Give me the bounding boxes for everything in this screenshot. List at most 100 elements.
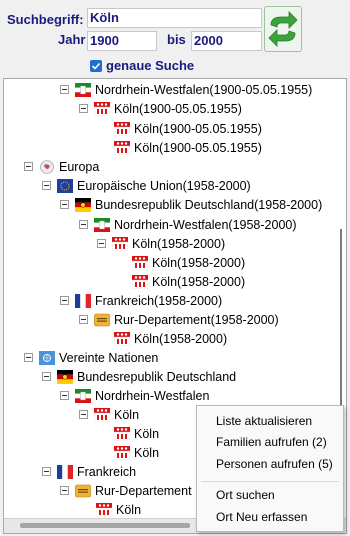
cologne-coat-of-arms-icon [94, 407, 110, 422]
nrw-flag-icon [75, 388, 91, 403]
year-from-input[interactable]: 1900 [87, 31, 157, 51]
collapse-toggle[interactable] [60, 296, 69, 305]
cologne-coat-of-arms-icon [112, 236, 128, 251]
context-menu: Liste aktualisieren Familien aufrufen (2… [196, 405, 344, 532]
tree-node-koeln-1900[interactable]: Köln(1900-05.05.1955) [79, 99, 242, 118]
tree-node-frankreich[interactable]: Frankreich [42, 462, 136, 481]
cologne-coat-of-arms-icon [114, 426, 130, 441]
cologne-coat-of-arms-icon [94, 101, 110, 116]
tree-node-nrw-1958[interactable]: Nordrhein-Westfalen(1958-2000) [79, 215, 297, 234]
year-to-input[interactable]: 2000 [191, 31, 262, 51]
tree-node-label: Nordrhein-Westfalen [95, 388, 210, 403]
tree-node-label: Köln(1900-05.05.1955) [134, 140, 262, 155]
tree-node-label: Nordrhein-Westfalen(1900-05.05.1955) [95, 82, 313, 97]
checkmark-icon [91, 62, 101, 70]
menu-item-refresh-list[interactable]: Liste aktualisieren [216, 414, 312, 428]
year-label: Jahr [58, 32, 86, 47]
tree-node-koeln-1958-b[interactable]: Köln(1958-2000) [132, 272, 245, 291]
cologne-coat-of-arms-icon [114, 140, 130, 155]
tree-node-koeln-1958[interactable]: Köln(1958-2000) [97, 234, 225, 253]
exact-search-checkbox[interactable] [90, 60, 102, 72]
tree-node-label: Köln [114, 407, 140, 422]
menu-item-search-place[interactable]: Ort suchen [216, 488, 275, 502]
germany-flag-icon [57, 369, 73, 384]
tree-node-vereinte-nationen[interactable]: Vereinte Nationen [24, 348, 158, 367]
tree-node-koeln-b[interactable]: Köln [114, 443, 159, 462]
tree-node-label: Bundesrepublik Deutschland(1958-2000) [95, 197, 323, 212]
collapse-toggle[interactable] [24, 353, 33, 362]
collapse-toggle[interactable] [24, 162, 33, 171]
tree-node-label: Europäische Union(1958-2000) [77, 178, 251, 193]
collapse-toggle[interactable] [97, 239, 106, 248]
tree-node-label: Köln [134, 426, 160, 441]
tree-node-rur[interactable]: Rur-Departement [60, 481, 192, 500]
france-flag-icon [57, 464, 73, 479]
tree-node-nrw-1900[interactable]: Nordrhein-Westfalen(1900-05.05.1955) [60, 80, 312, 99]
menu-item-open-persons[interactable]: Personen aufrufen (5) [216, 457, 333, 471]
search-term-label: Suchbegriff: [7, 12, 84, 27]
tree-node-koeln-1900-b[interactable]: Köln(1900-05.05.1955) [114, 138, 262, 157]
nrw-flag-icon [94, 217, 110, 232]
eu-flag-icon [57, 178, 73, 193]
cologne-coat-of-arms-icon [96, 502, 112, 517]
horizontal-scroll-thumb[interactable] [20, 523, 190, 528]
germany-flag-icon [75, 197, 91, 212]
tree-node-label: Köln(1958-2000) [132, 236, 226, 251]
tree-node-brd[interactable]: Bundesrepublik Deutschland [42, 367, 236, 386]
cologne-coat-of-arms-icon [114, 121, 130, 136]
cologne-coat-of-arms-icon [114, 445, 130, 460]
nrw-flag-icon [75, 82, 91, 97]
tree-node-label: Europa [59, 159, 100, 174]
tree-node-label: Köln [134, 445, 160, 460]
tree-node-rur-1958[interactable]: Rur-Departement(1958-2000) [79, 310, 279, 329]
tree-node-label: Bundesrepublik Deutschland [77, 369, 237, 384]
europe-globe-icon [39, 159, 55, 174]
tree-node-brd-1958[interactable]: Bundesrepublik Deutschland(1958-2000) [60, 195, 322, 214]
collapse-toggle[interactable] [79, 315, 88, 324]
collapse-toggle[interactable] [79, 104, 88, 113]
tree-node-label: Rur-Departement [95, 483, 192, 498]
tree-node-europa[interactable]: Europa [24, 157, 99, 176]
collapse-toggle[interactable] [60, 486, 69, 495]
tree-node-koeln-c[interactable]: Köln [96, 500, 141, 519]
tree-node-koeln-1900-a[interactable]: Köln(1900-05.05.1955) [114, 119, 262, 138]
collapse-toggle[interactable] [79, 410, 88, 419]
search-term-input[interactable]: Köln [87, 8, 262, 28]
collapse-toggle[interactable] [42, 181, 51, 190]
cologne-coat-of-arms-icon [114, 331, 130, 346]
department-sign-icon [94, 313, 110, 327]
menu-item-new-place[interactable]: Ort Neu erfassen [216, 510, 307, 524]
tree-node-label: Köln(1958-2000) [152, 255, 246, 270]
department-sign-icon [75, 484, 91, 498]
exact-search-label[interactable]: genaue Suche [106, 58, 194, 73]
cologne-coat-of-arms-icon [132, 274, 148, 289]
collapse-toggle[interactable] [79, 220, 88, 229]
tree-node-label: Rur-Departement(1958-2000) [114, 312, 279, 327]
tree-node-koeln-a[interactable]: Köln [114, 424, 159, 443]
tree-node-nrw[interactable]: Nordrhein-Westfalen [60, 386, 209, 405]
collapse-toggle[interactable] [60, 85, 69, 94]
menu-separator [201, 481, 339, 482]
collapse-toggle[interactable] [42, 372, 51, 381]
tree-node-label: Frankreich(1958-2000) [95, 293, 223, 308]
tree-node-frankreich-1958[interactable]: Frankreich(1958-2000) [60, 291, 222, 310]
tree-node-label: Köln(1958-2000) [152, 274, 246, 289]
tree-node-label: Köln(1900-05.05.1955) [134, 121, 262, 136]
collapse-toggle[interactable] [42, 467, 51, 476]
refresh-search-button[interactable] [264, 6, 302, 52]
tree-node-koeln[interactable]: Köln [79, 405, 139, 424]
tree-node-label: Nordrhein-Westfalen(1958-2000) [114, 217, 297, 232]
year-to-label: bis [167, 32, 186, 47]
cologne-coat-of-arms-icon [132, 255, 148, 270]
tree-node-label: Köln(1958-2000) [134, 331, 228, 346]
tree-node-label: Frankreich [77, 464, 137, 479]
tree-node-koeln-1958-c[interactable]: Köln(1958-2000) [114, 329, 227, 348]
collapse-toggle[interactable] [60, 391, 69, 400]
menu-item-open-families[interactable]: Familien aufrufen (2) [216, 435, 327, 449]
tree-node-eu[interactable]: Europäische Union(1958-2000) [42, 176, 251, 195]
tree-node-label: Köln [116, 502, 142, 517]
collapse-toggle[interactable] [60, 200, 69, 209]
tree-node-label: Vereinte Nationen [59, 350, 159, 365]
france-flag-icon [75, 293, 91, 308]
tree-node-koeln-1958-a[interactable]: Köln(1958-2000) [132, 253, 245, 272]
